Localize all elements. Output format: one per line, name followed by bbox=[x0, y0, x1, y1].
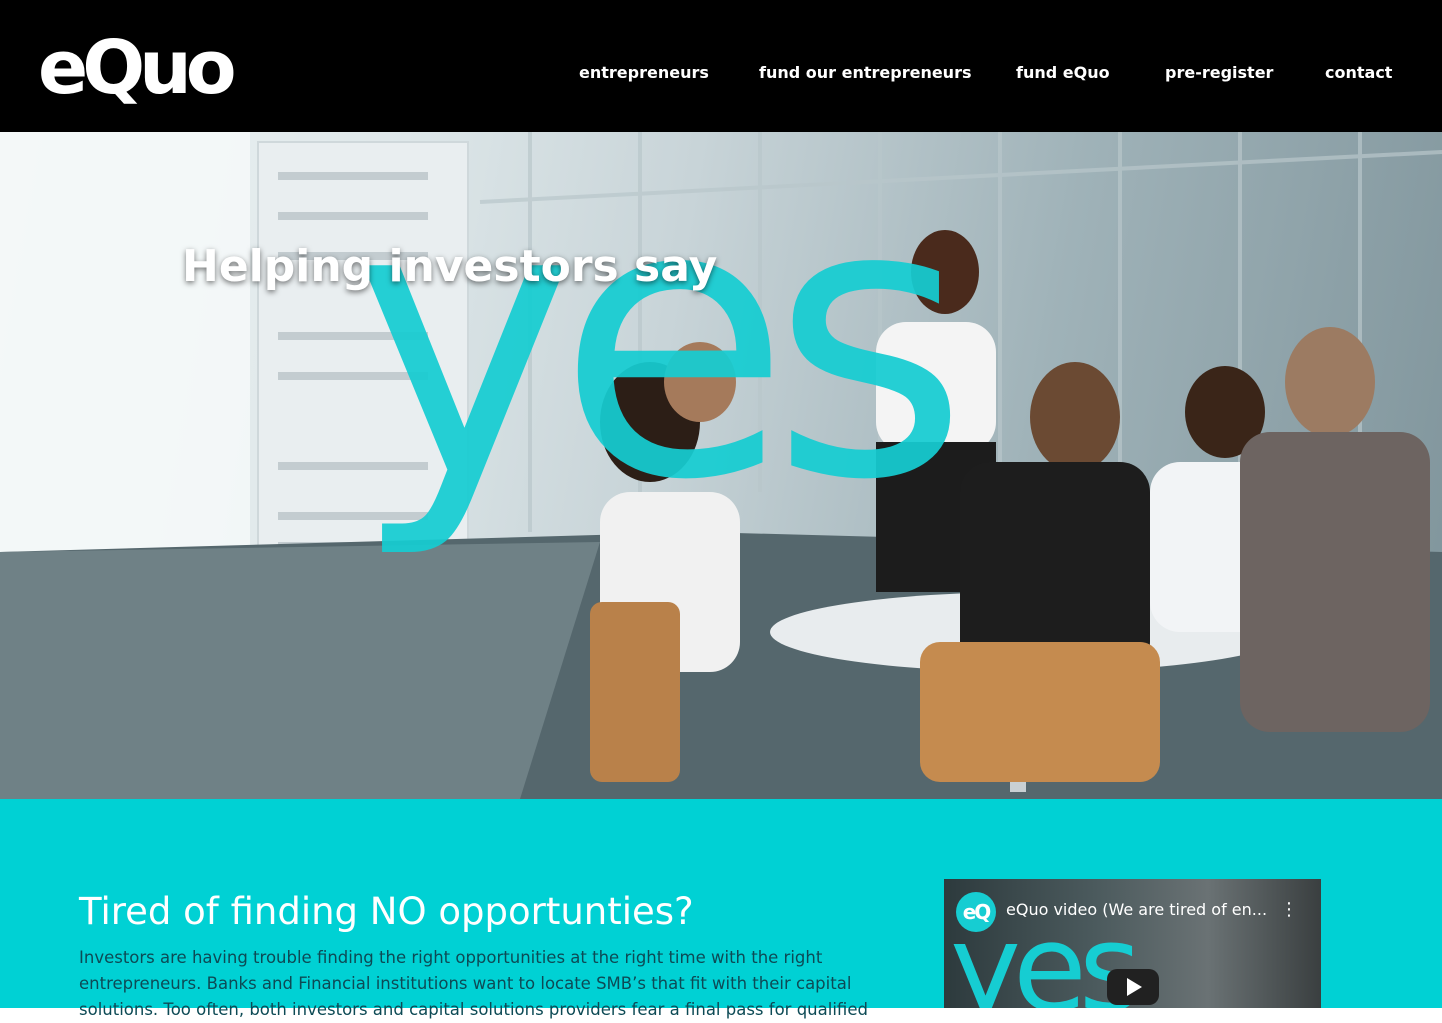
hero-tagline: Helping investors say bbox=[182, 241, 718, 292]
nav-link-fund-equo[interactable]: fund eQuo bbox=[1016, 62, 1110, 84]
play-icon[interactable] bbox=[1107, 969, 1159, 1005]
section-body: Investors are having trouble finding the… bbox=[79, 948, 868, 1019]
hero-yes-overlay: yes bbox=[352, 132, 969, 563]
section-heading: Tired of finding NO opportunties? bbox=[79, 890, 694, 933]
main-nav: entrepreneurs fund our entrepreneurs fun… bbox=[0, 62, 1442, 86]
hero-banner: yes Helping investors say bbox=[0, 132, 1442, 799]
site-header: eQuo entrepreneurs fund our entrepreneur… bbox=[0, 0, 1442, 132]
video-title[interactable]: eQuo video (We are tired of en... bbox=[1006, 899, 1276, 921]
nav-link-contact[interactable]: contact bbox=[1325, 62, 1392, 84]
video-embed[interactable]: yes eQ eQuo video (We are tired of en...… bbox=[944, 879, 1321, 1008]
nav-link-fund-our-entrepreneurs[interactable]: fund our entrepreneurs bbox=[759, 62, 971, 84]
intro-section: Tired of finding NO opportunties? Invest… bbox=[0, 799, 1442, 1019]
nav-link-entrepreneurs[interactable]: entrepreneurs bbox=[579, 62, 709, 84]
nav-link-pre-register[interactable]: pre-register bbox=[1165, 62, 1273, 84]
channel-avatar[interactable]: eQ bbox=[956, 892, 996, 932]
vertical-dots-icon[interactable]: ⋮ bbox=[1280, 899, 1298, 921]
